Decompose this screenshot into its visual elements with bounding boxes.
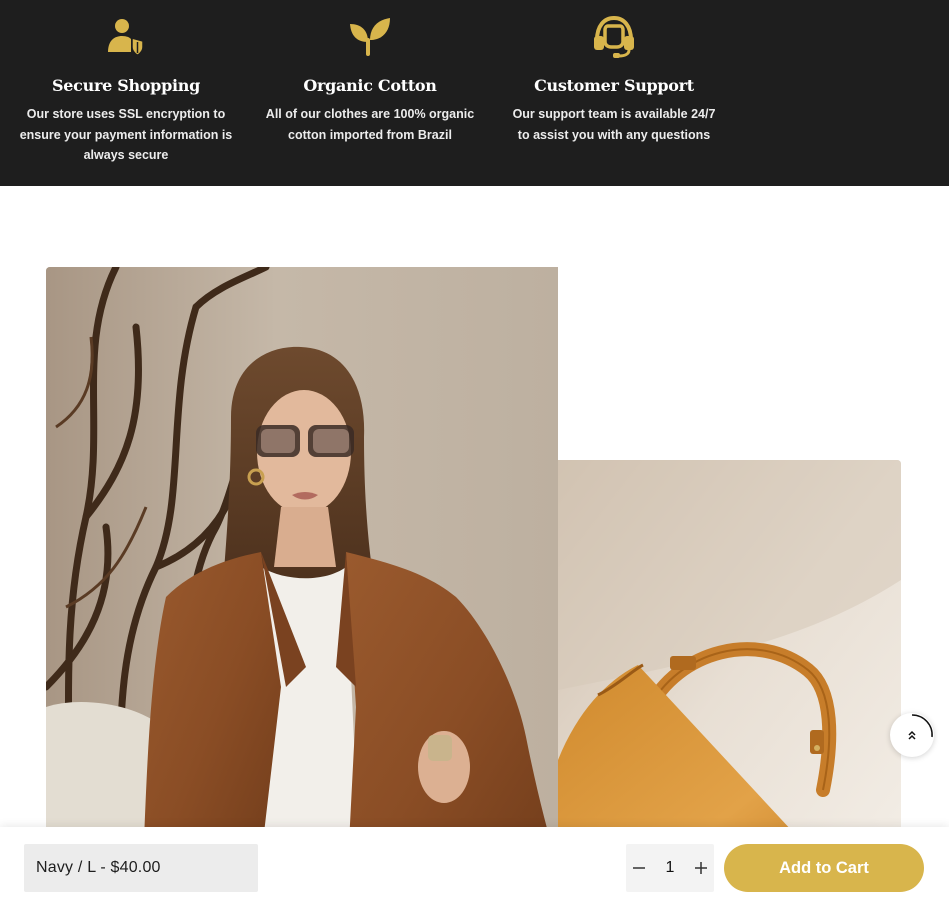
minus-icon bbox=[633, 867, 645, 869]
quantity-increase-button[interactable] bbox=[688, 844, 714, 892]
lifestyle-photo-woman-jacket bbox=[46, 267, 558, 902]
feature-description: All of our clothes are 100% organic cott… bbox=[265, 107, 475, 142]
feature-title: Secure Shopping bbox=[52, 76, 200, 95]
variant-selector[interactable]: Navy / L - $40.00 bbox=[24, 844, 258, 892]
feature-title: Organic Cotton bbox=[303, 76, 437, 95]
feature-title: Customer Support bbox=[534, 76, 694, 95]
sprout-icon bbox=[350, 18, 390, 56]
quantity-decrease-button[interactable] bbox=[626, 844, 652, 892]
woman-jacket-image bbox=[46, 267, 558, 902]
scroll-to-top-button[interactable] bbox=[890, 713, 934, 757]
quantity-value[interactable]: 1 bbox=[652, 844, 688, 892]
feature-description: Our support team is available 24/7 to as… bbox=[512, 107, 716, 142]
quantity-stepper: 1 bbox=[626, 844, 714, 892]
progress-ring-icon bbox=[911, 714, 933, 738]
features-band: Secure Shopping Our store uses SSL encry… bbox=[0, 0, 949, 186]
feature-description: Our store uses SSL encryption to ensure … bbox=[19, 107, 233, 162]
plus-icon bbox=[695, 862, 707, 874]
headset-icon bbox=[594, 15, 634, 58]
sticky-add-to-cart-bar: Navy / L - $40.00 1 Add to Cart bbox=[0, 827, 949, 902]
add-to-cart-button[interactable]: Add to Cart bbox=[724, 844, 924, 892]
user-shield-icon bbox=[108, 19, 144, 56]
